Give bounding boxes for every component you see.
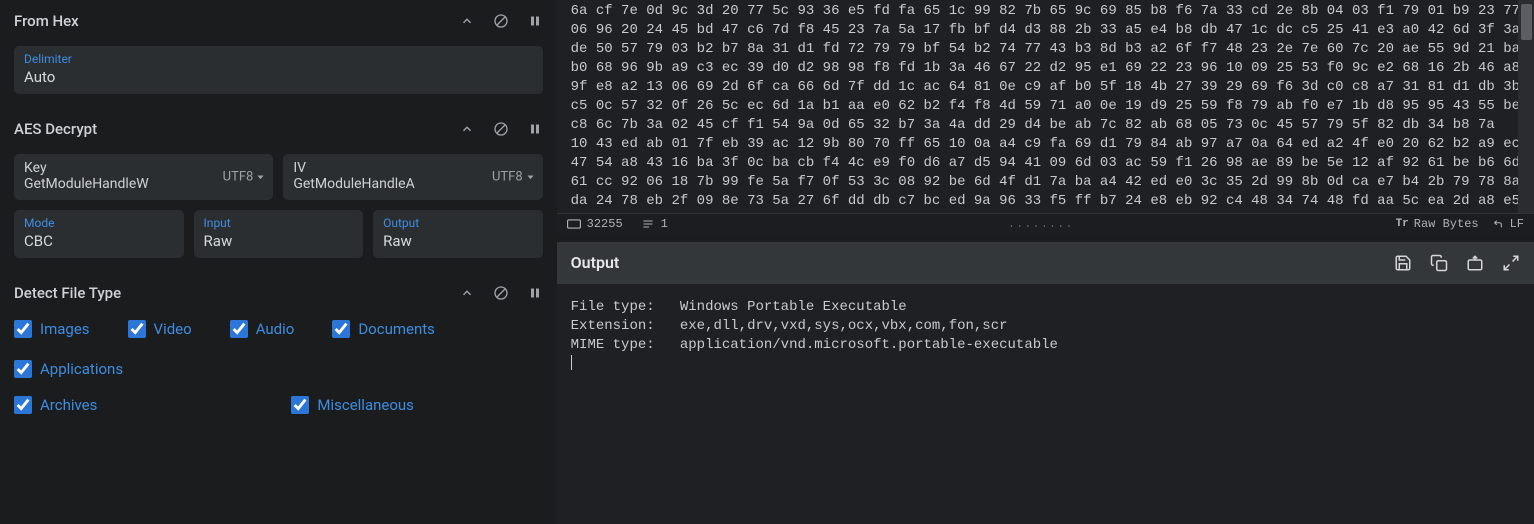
aes-mode-field[interactable]: Mode CBC <box>14 210 184 258</box>
eol-indicator[interactable]: LF <box>1491 217 1524 231</box>
check-misc[interactable]: Miscellaneous <box>291 396 414 414</box>
bytes-count: 32255 <box>567 217 623 231</box>
disable-icon[interactable] <box>493 121 509 137</box>
output-content[interactable]: File type: Windows Portable Executable E… <box>557 284 1534 524</box>
aes-key-field[interactable]: Key GetModuleHandleW UTF8 <box>14 154 273 200</box>
collapse-icon[interactable] <box>459 13 475 29</box>
encoding-dropdown[interactable]: UTF8 <box>492 170 535 185</box>
aes-output-field[interactable]: Output Raw <box>373 210 543 258</box>
field-value: Raw <box>383 232 533 250</box>
op-detect-header: Detect File Type <box>0 272 557 314</box>
save-icon[interactable] <box>1394 254 1412 272</box>
copy-icon[interactable] <box>1430 254 1448 272</box>
checkbox[interactable] <box>230 320 248 338</box>
pause-icon[interactable] <box>527 13 543 29</box>
checkbox[interactable] <box>14 396 32 414</box>
pause-icon[interactable] <box>527 121 543 137</box>
checkbox[interactable] <box>14 320 32 338</box>
line-count: 1 <box>641 217 668 231</box>
replace-input-icon[interactable] <box>1466 254 1484 272</box>
checkbox[interactable] <box>291 396 309 414</box>
field-label: Mode <box>24 216 174 230</box>
hex-input-area[interactable]: 6a cf 7e 0d 9c 3d 20 77 5c 93 36 e5 fd f… <box>557 0 1534 213</box>
maximize-icon[interactable] <box>1502 254 1520 272</box>
field-value: CBC <box>24 232 174 250</box>
collapse-icon[interactable] <box>459 285 475 301</box>
field-label: Output <box>383 216 533 230</box>
field-value: Auto <box>24 68 533 86</box>
aes-iv-field[interactable]: IV GetModuleHandleA UTF8 <box>283 154 542 200</box>
op-aes-header: AES Decrypt <box>0 108 557 150</box>
field-value: Raw <box>204 232 354 250</box>
encoding-indicator[interactable]: TrRaw Bytes <box>1396 217 1479 231</box>
delimiter-field[interactable]: Delimiter Auto <box>14 46 543 94</box>
field-label: Input <box>204 216 354 230</box>
field-label: Delimiter <box>24 52 533 66</box>
pane-divider[interactable] <box>557 235 1534 242</box>
pause-icon[interactable] <box>527 285 543 301</box>
output-header: Output <box>557 242 1534 284</box>
output-title: Output <box>571 253 1394 272</box>
disable-icon[interactable] <box>493 285 509 301</box>
op-title: Detect File Type <box>14 284 459 302</box>
check-video[interactable]: Video <box>128 320 192 338</box>
drag-handle[interactable]: ........ <box>686 217 1396 231</box>
encoding-dropdown[interactable]: UTF8 <box>223 170 266 185</box>
op-title: AES Decrypt <box>14 120 459 138</box>
scrollbar-thumb[interactable] <box>1521 4 1532 40</box>
statusbar: 32255 1 ........ TrRaw Bytes LF <box>557 213 1534 235</box>
check-audio[interactable]: Audio <box>230 320 295 338</box>
check-images[interactable]: Images <box>14 320 90 338</box>
scrollbar[interactable] <box>1518 0 1534 213</box>
op-fromhex-header: From Hex <box>0 0 557 42</box>
checkbox[interactable] <box>128 320 146 338</box>
check-applications[interactable]: Applications <box>14 360 123 378</box>
hex-content: 6a cf 7e 0d 9c 3d 20 77 5c 93 36 e5 fd f… <box>557 0 1534 213</box>
check-documents[interactable]: Documents <box>332 320 435 338</box>
op-title: From Hex <box>14 12 459 30</box>
checkbox[interactable] <box>14 360 32 378</box>
check-archives[interactable]: Archives <box>14 396 97 414</box>
disable-icon[interactable] <box>493 13 509 29</box>
aes-input-field[interactable]: Input Raw <box>194 210 364 258</box>
collapse-icon[interactable] <box>459 121 475 137</box>
checkbox[interactable] <box>332 320 350 338</box>
